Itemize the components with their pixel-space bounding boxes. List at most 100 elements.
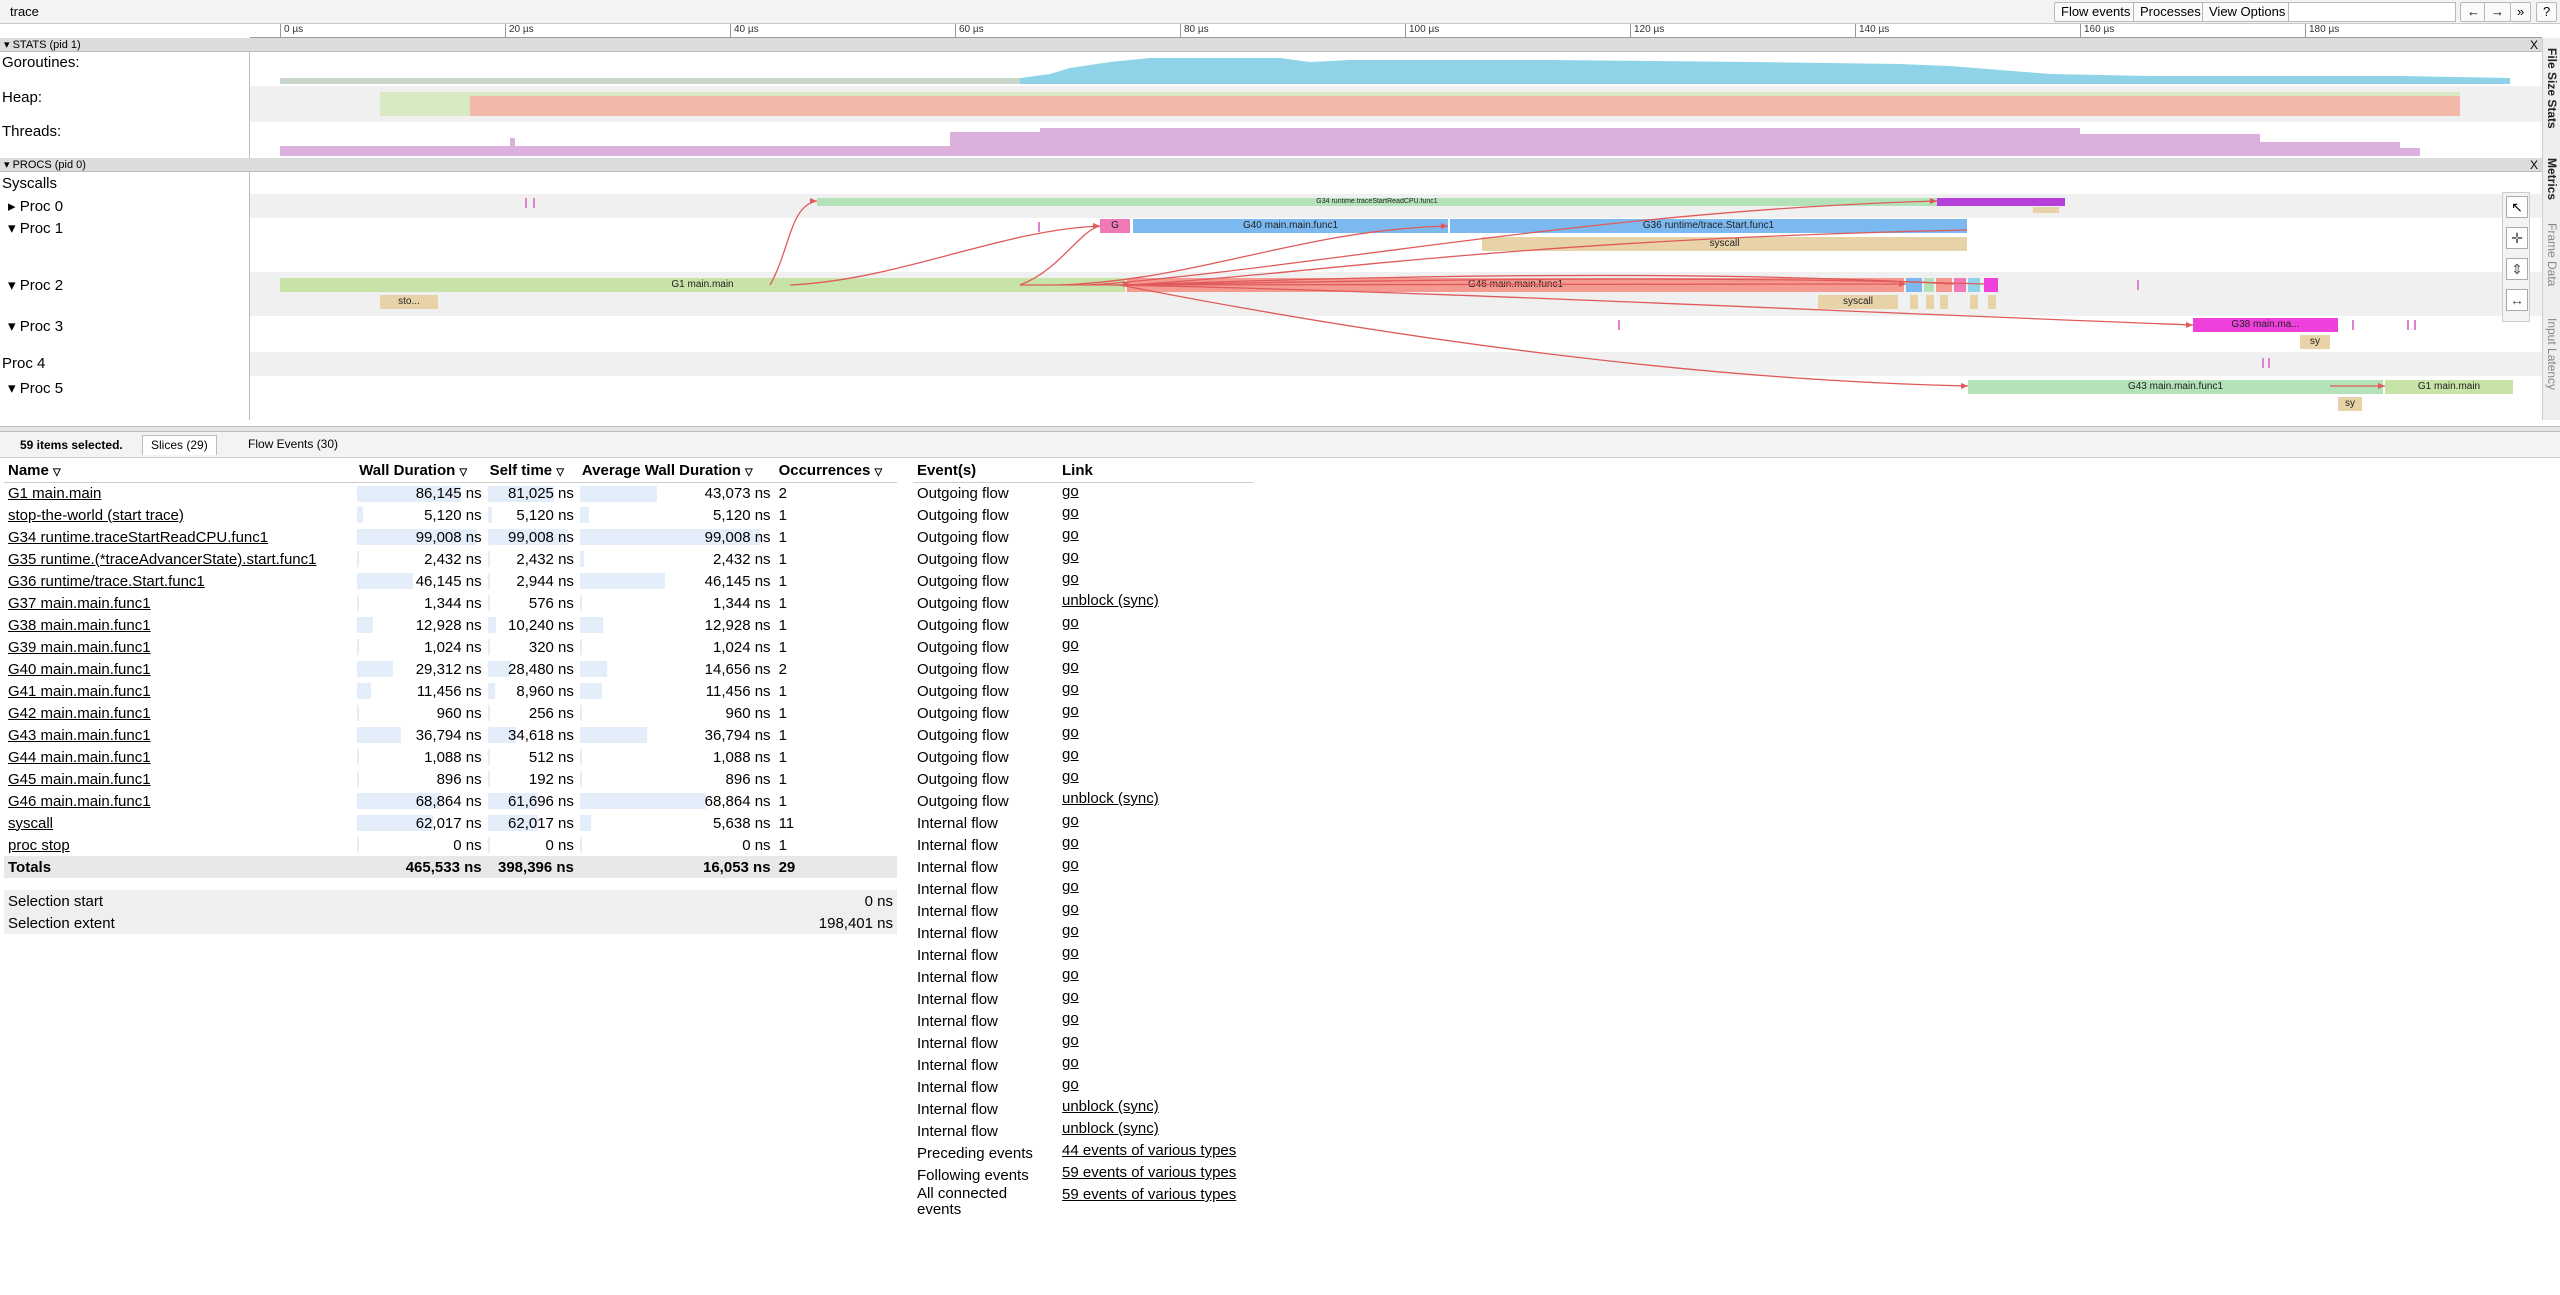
col-avg-header[interactable]: Average Wall Duration ▽ (577, 460, 775, 483)
event-link[interactable]: 44 events of various types (1062, 1142, 1236, 1159)
table-cell: 11,456 ns (355, 680, 485, 702)
duration-bar (357, 595, 360, 611)
event-link[interactable]: go (1062, 548, 1079, 565)
slice-name-link[interactable]: G45 main.main.func1 (8, 771, 151, 788)
event-link[interactable]: go (1062, 526, 1079, 543)
table-cell: 1 (778, 506, 787, 524)
table-row: Outgoing flow go (913, 702, 1253, 724)
slice-name-link[interactable]: G40 main.main.func1 (8, 661, 151, 678)
event-link[interactable]: go (1062, 1032, 1079, 1049)
event-link[interactable]: go (1062, 636, 1079, 653)
table-row: G45 main.main.func1 896 ns 192 ns 896 ns 1 (4, 768, 897, 790)
slice-name-link[interactable]: G38 main.main.func1 (8, 617, 151, 634)
event-link[interactable]: go (1062, 570, 1079, 587)
event-link[interactable]: go (1062, 966, 1079, 983)
event-link[interactable]: go (1062, 878, 1079, 895)
totals-cell: 465,533 ns (355, 856, 486, 878)
event-link[interactable]: unblock (sync) (1062, 790, 1159, 807)
slice-name-link[interactable]: stop-the-world (start trace) (8, 507, 184, 524)
event-link[interactable]: go (1062, 944, 1079, 961)
event-link[interactable]: go (1062, 746, 1079, 763)
col-name-header[interactable]: Name ▽ (4, 460, 356, 483)
table-cell: 0 ns (355, 834, 485, 856)
table-row: G35 runtime.(*traceAdvancerState).start.… (4, 548, 897, 570)
tab-input-latency[interactable]: Input Latency (2545, 318, 2559, 390)
tab-slices[interactable]: Slices (29) (142, 435, 217, 455)
event-type: Outgoing flow (917, 616, 1009, 634)
table-row: G40 main.main.func1 29,312 ns 28,480 ns 14,… (4, 658, 897, 680)
event-link[interactable]: go (1062, 988, 1079, 1005)
event-link[interactable]: go (1062, 658, 1079, 675)
table-row: Internal flow go (913, 856, 1253, 878)
event-link[interactable]: 59 events of various types (1062, 1186, 1236, 1203)
event-link[interactable]: go (1062, 1076, 1079, 1093)
event-link[interactable]: go (1062, 812, 1079, 829)
table-cell: unblock (sync) (1058, 790, 1253, 812)
slice-name-link[interactable]: G41 main.main.func1 (8, 683, 151, 700)
cell-value: 11,456 ns (705, 682, 771, 700)
col-wall-header[interactable]: Wall Duration ▽ (355, 460, 486, 483)
event-link[interactable]: go (1062, 504, 1079, 521)
table-row: G44 main.main.func1 1,088 ns 512 ns 1,088 n… (4, 746, 897, 768)
tab-metrics[interactable]: Metrics (2545, 158, 2559, 200)
slice-name-link[interactable]: G36 runtime/trace.Start.func1 (8, 573, 205, 590)
event-link[interactable]: go (1062, 922, 1079, 939)
tab-file-size-stats[interactable]: File Size Stats (2545, 48, 2559, 129)
event-link[interactable]: go (1062, 680, 1079, 697)
duration-bar (579, 793, 706, 809)
event-type: Outgoing flow (917, 528, 1009, 546)
slice-name-link[interactable]: G34 runtime.traceStartReadCPU.func1 (8, 529, 268, 546)
pan-icon[interactable]: ✛ (2506, 227, 2528, 249)
duration-bar (357, 661, 394, 677)
slice-name-link[interactable]: G39 main.main.func1 (8, 639, 151, 656)
flow-arrows-overlay (769, 198, 2385, 389)
event-link[interactable]: go (1062, 724, 1079, 741)
slice-name-link[interactable]: G43 main.main.func1 (8, 727, 151, 744)
table-row: G38 main.main.func1 12,928 ns 10,240 ns 12,… (4, 614, 897, 636)
slice-name-link[interactable]: G42 main.main.func1 (8, 705, 151, 722)
slices-table: Name ▽ Wall Duration ▽ Self time ▽ Avera… (4, 460, 897, 934)
table-cell: go (1058, 922, 1253, 944)
table-cell: syscall (4, 812, 355, 834)
slice-name-link[interactable]: proc stop (8, 837, 70, 854)
slice-name-link[interactable]: syscall (8, 815, 53, 832)
zoom-icon[interactable]: ⇕ (2506, 258, 2528, 280)
event-type: Internal flow (917, 858, 998, 876)
table-cell: go (1058, 1032, 1253, 1054)
event-link[interactable]: 59 events of various types (1062, 1164, 1236, 1181)
table-cell: 576 ns (486, 592, 578, 614)
event-link[interactable]: unblock (sync) (1062, 1098, 1159, 1115)
table-cell: 34,618 ns (486, 724, 578, 746)
event-link[interactable]: go (1062, 1054, 1079, 1071)
event-link[interactable]: go (1062, 702, 1079, 719)
cell-value: 960 ns (436, 704, 482, 722)
event-link[interactable]: go (1062, 834, 1079, 851)
event-link[interactable]: unblock (sync) (1062, 592, 1159, 609)
slice-name-link[interactable]: G44 main.main.func1 (8, 749, 151, 766)
tab-flow-events[interactable]: Flow Events (30) (240, 435, 346, 455)
event-link[interactable]: go (1062, 768, 1079, 785)
event-type: Outgoing flow (917, 550, 1009, 568)
cell-value: 28,480 ns (508, 660, 574, 678)
event-link[interactable]: unblock (sync) (1062, 1120, 1159, 1137)
slice-name-link[interactable]: G35 runtime.(*traceAdvancerState).start.… (8, 551, 316, 568)
timing-icon[interactable]: ↔ (2506, 289, 2528, 311)
event-link[interactable]: go (1062, 856, 1079, 873)
table-row: Outgoing flow go (913, 614, 1253, 636)
slice-name-link[interactable]: G1 main.main (8, 485, 101, 502)
cell-value: 896 ns (725, 770, 771, 788)
select-cursor-icon[interactable]: ↖ (2506, 196, 2528, 218)
tab-frame-data[interactable]: Frame Data (2545, 223, 2559, 286)
duration-bar (579, 595, 582, 611)
table-cell: stop-the-world (start trace) (4, 504, 355, 526)
event-link[interactable]: go (1062, 614, 1079, 631)
event-link[interactable]: go (1062, 900, 1079, 917)
col-self-header[interactable]: Self time ▽ (485, 460, 578, 483)
slice-name-link[interactable]: G46 main.main.func1 (8, 793, 151, 810)
event-link[interactable]: go (1062, 1010, 1079, 1027)
event-link[interactable]: go (1062, 483, 1079, 500)
cell-value: 1,088 ns (424, 748, 482, 766)
cell-value: 12,928 ns (704, 616, 771, 634)
slice-name-link[interactable]: G37 main.main.func1 (8, 595, 151, 612)
col-occ-header[interactable]: Occurrences ▽ (774, 460, 897, 483)
